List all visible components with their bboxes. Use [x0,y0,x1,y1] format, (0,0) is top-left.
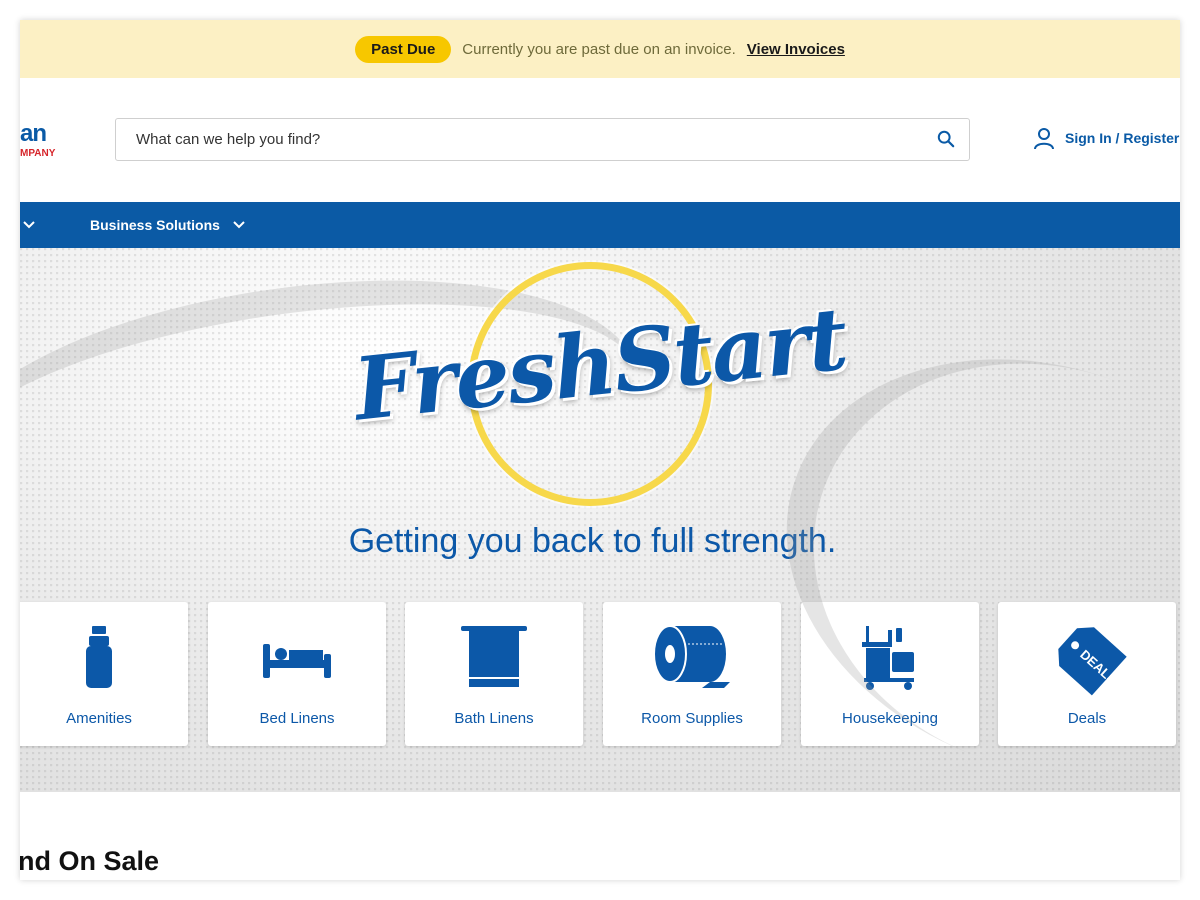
nav-item-label: Business Solutions [90,217,220,233]
category-card-bath-linens[interactable]: Bath Linens [405,602,583,746]
search-input[interactable] [116,119,916,160]
search-box [115,118,970,161]
category-card-amenities[interactable]: Amenities [20,602,188,746]
category-label: Bed Linens [259,710,335,727]
deals-tag-text: DEALS [1077,647,1120,688]
logo-wordmark: an [20,120,47,147]
category-card-bed-linens[interactable]: Bed Linens [208,602,386,746]
toilet-paper-icon [653,625,730,688]
site-header: an MPANY Sign In / Register [20,78,1180,202]
category-label: Deals [1067,710,1107,727]
category-label: Bath Linens [454,710,534,727]
bottle-icon [86,626,112,688]
alert-message: Currently you are past due on an invoice… [462,40,736,58]
search-icon[interactable] [937,130,955,148]
hero-tagline: Getting you back to full strength. [348,522,837,560]
chevron-down-icon [233,221,245,229]
category-card-deals[interactable]: DEALS Deals [998,602,1176,746]
category-card-room-supplies[interactable]: Room Supplies [603,602,781,746]
category-card-housekeeping[interactable]: Housekeeping [801,602,979,746]
category-label: Housekeeping [842,710,938,727]
deals-tag-icon: DEALS [1058,627,1127,696]
nav-business-solutions[interactable]: Business Solutions [90,202,246,248]
sign-in-register-link[interactable]: Sign In / Register [1032,126,1179,150]
company-logo[interactable]: an MPANY [20,120,80,160]
sign-in-label: Sign In / Register [1065,130,1180,146]
view-invoices-link[interactable]: View Invoices [747,41,845,58]
cleaning-cart-icon [862,626,914,690]
user-icon [1034,128,1054,150]
section-heading: nd On Sale [20,846,160,876]
logo-subtext: MPANY [20,148,56,159]
past-due-badge: Past Due [355,35,452,63]
chevron-down-icon[interactable] [22,218,36,232]
category-label: Amenities [66,710,132,727]
category-label: Room Supplies [641,710,743,727]
hero-banner: FreshStart Getting you back to full stre… [20,248,1180,792]
past-due-alert-bar: Past Due Currently you are past due on a… [20,20,1180,78]
browser-page: Past Due Currently you are past due on a… [20,20,1180,880]
category-cards: Amenities Bed Linens Bath Linens Room Su… [20,602,1180,746]
towel-icon [461,626,527,687]
bed-icon [263,644,331,678]
main-nav-bar: Business Solutions [20,202,1180,248]
